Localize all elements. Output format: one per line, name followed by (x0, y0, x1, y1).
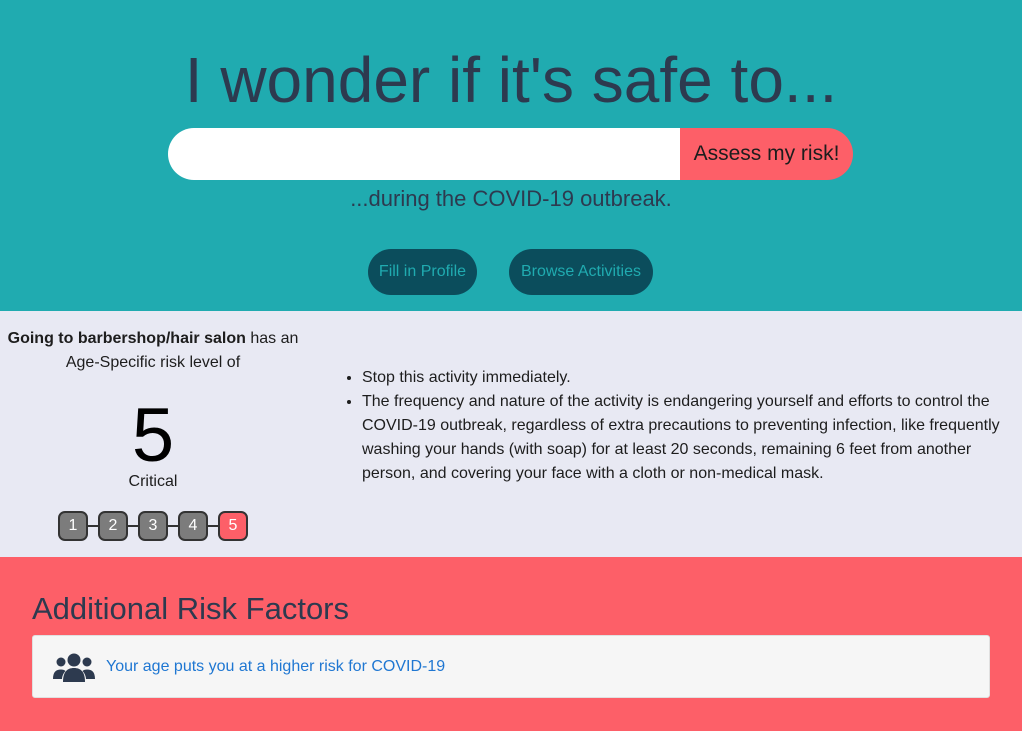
advice-item: Stop this activity immediately. (362, 366, 1022, 390)
assess-risk-button[interactable]: Assess my risk! (680, 128, 853, 180)
risk-scale-step-4: 4 (178, 511, 208, 541)
risk-intro: Going to barbershop/hair salon has an Ag… (0, 327, 306, 375)
risk-level-label: Critical (128, 473, 178, 490)
advice-item: The frequency and nature of the activity… (362, 390, 1022, 486)
activity-search-form: Assess my risk! (168, 128, 853, 180)
risk-intro-line2: Age-Specific risk level of (65, 354, 241, 371)
users-icon (53, 652, 95, 682)
hero-subtitle: ...during the COVID-19 outbreak. (350, 186, 672, 211)
risk-scale-step-1: 1 (58, 511, 88, 541)
activity-search-input[interactable] (168, 128, 680, 180)
page-title: I wonder if it's safe to... (184, 44, 838, 116)
risk-result-section: Going to barbershop/hair salon has an Ag… (0, 311, 1022, 557)
risk-scale-step-5: 5 (218, 511, 248, 541)
factors-title: Additional Risk Factors (32, 591, 350, 626)
risk-factor-card: Your age puts you at a higher risk for C… (32, 635, 990, 698)
browse-activities-button[interactable]: Browse Activities (509, 249, 653, 295)
risk-scale-step-2: 2 (98, 511, 128, 541)
risk-intro-suffix: has an (245, 330, 299, 347)
fill-profile-button[interactable]: Fill in Profile (368, 249, 477, 295)
hero-section: I wonder if it's safe to... Assess my ri… (0, 0, 1022, 311)
additional-risk-factors-section: Additional Risk Factors Your age puts yo… (0, 557, 1022, 731)
risk-level-number: 5 (131, 393, 175, 478)
risk-factor-link[interactable]: Your age puts you at a higher risk for C… (106, 656, 445, 678)
risk-advice-list: Stop this activity immediately. The freq… (344, 366, 1022, 486)
activity-name: Going to barbershop/hair salon (7, 330, 246, 347)
risk-scale-step-3: 3 (138, 511, 168, 541)
